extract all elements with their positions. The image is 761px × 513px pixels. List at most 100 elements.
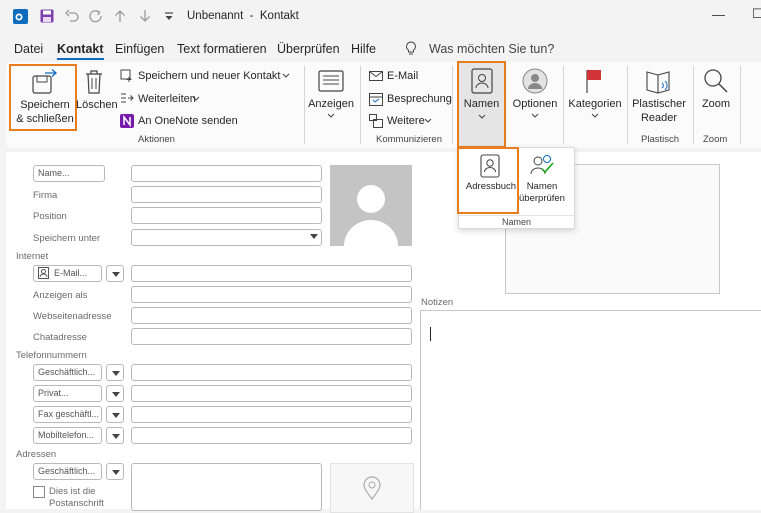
options-button[interactable]: Optionen [510,97,560,111]
phone-type-button[interactable]: Privat... [33,385,102,402]
forward-icon [121,93,134,103]
display-as-field[interactable] [131,286,412,303]
phone-field[interactable] [131,427,412,444]
chevron-down-icon[interactable] [531,113,539,119]
chevron-down-icon[interactable] [310,234,318,240]
address-type-button[interactable]: Geschäftlich... [33,463,102,480]
zoom-button[interactable]: Zoom [696,97,736,111]
im-address-field[interactable] [131,328,412,345]
trash-icon [86,70,102,94]
tab-datei[interactable]: Datei [14,42,43,56]
options-icon [522,68,548,94]
more-button[interactable]: Weitere [387,115,425,127]
arrow-down-icon[interactable] [139,9,151,23]
undo-icon[interactable] [65,9,79,23]
tab-einfuegen[interactable]: Einfügen [115,42,164,56]
name-button[interactable]: Name... [33,165,105,182]
meeting-button[interactable]: Besprechung [387,93,452,105]
separator [360,66,361,144]
position-field[interactable] [131,207,322,224]
phone-field[interactable] [131,406,412,423]
adressbuch-button[interactable] [457,147,519,214]
flag-icon [586,70,601,93]
title-bar: Unbenannt - Kontakt — ☐ [0,0,761,34]
phone-type-button[interactable]: Mobiltelefon... [33,427,102,444]
phone-type-dropdown[interactable] [106,406,124,423]
minimize-button[interactable]: — [712,7,725,22]
save-new-contact-button[interactable]: Speichern und neuer Kontakt [138,70,281,82]
group-label-plastisch: Plastisch [641,134,680,145]
firma-label: Firma [33,190,58,201]
tell-me-search[interactable]: Was möchten Sie tun? [429,42,554,56]
phone-field[interactable] [131,364,412,381]
chevron-down-icon[interactable] [424,118,432,124]
reader-label-1[interactable]: Plastischer [631,97,687,111]
email-button[interactable]: E-Mail [387,70,418,82]
categories-button[interactable]: Kategorien [568,97,622,111]
email-icon [369,71,383,81]
phone-type-button[interactable]: Geschäftlich... [33,364,102,381]
company-field[interactable] [131,186,322,203]
email-field[interactable] [131,265,412,282]
file-as-select[interactable] [131,229,322,246]
phone-type-dropdown[interactable] [106,427,124,444]
phone-section-label: Telefonnummern [16,350,87,361]
save-new-icon [120,69,132,82]
lightbulb-icon [406,41,416,55]
contact-photo[interactable] [330,165,412,246]
forward-button[interactable]: Weiterleiten [138,93,196,105]
phone-type-dropdown[interactable] [106,364,124,381]
arrow-up-icon[interactable] [114,9,126,23]
im-address-label: Chatadresse [33,332,87,343]
map-button[interactable] [330,463,414,513]
address-field[interactable] [131,463,322,511]
tab-kontakt[interactable]: Kontakt [57,42,104,60]
outlook-icon [13,9,28,24]
separator [452,66,453,144]
save-icon[interactable] [40,9,54,23]
maximize-button[interactable]: ☐ [752,6,761,22]
tab-hilfe[interactable]: Hilfe [351,42,376,56]
internet-section-label: Internet [16,251,49,262]
window-title: Unbenannt - Kontakt [187,10,299,22]
namen-group-label: Namen [459,215,574,227]
save-close-button[interactable] [9,64,77,131]
namen-button[interactable] [457,61,506,148]
phone-type-dropdown[interactable] [106,385,124,402]
mailing-address-checkbox[interactable] [33,486,45,498]
position-label: Position [33,211,67,222]
check-names-label-2[interactable]: überprüfen [514,193,570,205]
notes-label: Notizen [421,297,454,308]
phone-type-button[interactable]: Fax geschäftl... [33,406,102,423]
address-type-dropdown[interactable] [106,463,124,480]
show-icon [318,70,344,92]
group-label-kommunizieren: Kommunizieren [376,134,442,145]
website-field[interactable] [131,307,412,324]
check-names-icon [530,155,554,175]
chevron-down-icon[interactable] [282,73,290,79]
check-names-label-1[interactable]: Namen [517,181,567,193]
reader-label-2[interactable]: Reader [631,111,687,125]
separator [563,66,564,144]
tab-text-formatieren[interactable]: Text formatieren [177,42,267,56]
chevron-down-icon[interactable] [327,113,335,119]
phone-field[interactable] [131,385,412,402]
file-as-label: Speichern unter [33,233,101,244]
show-button[interactable]: Anzeigen [308,97,354,111]
chevron-down-icon[interactable] [591,113,599,119]
website-label: Webseitenadresse [33,311,112,322]
meeting-icon [369,93,383,106]
onenote-button[interactable]: An OneNote senden [138,115,238,127]
notes-field[interactable] [420,310,761,510]
onenote-icon [120,114,134,128]
delete-button[interactable]: Löschen [76,98,118,112]
fullname-field[interactable] [131,165,322,182]
person-silhouette-icon [344,185,398,246]
tab-ueberpruefen[interactable]: Überprüfen [277,42,340,56]
separator [627,66,628,144]
chevron-down-icon[interactable] [192,96,200,102]
email-type-dropdown[interactable] [106,265,124,282]
separator [304,66,305,144]
customize-qat-icon[interactable] [164,12,174,22]
redo-icon[interactable] [89,9,103,23]
